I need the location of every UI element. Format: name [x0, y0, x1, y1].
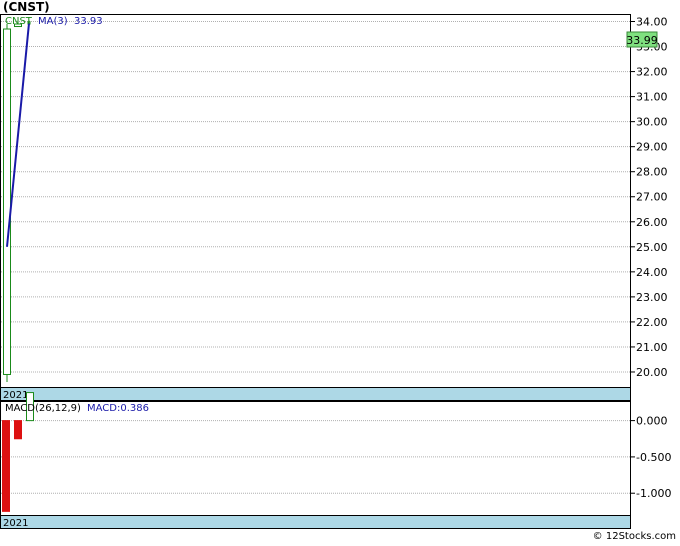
- legend-ma-label: MA(3): [38, 16, 68, 27]
- macd-y-axis: 0.000 -0.500 -1.000: [630, 415, 671, 500]
- price-tick-label: 20.00: [636, 366, 668, 379]
- price-tick-label: 26.00: [636, 216, 668, 229]
- macd-tick-label: -1.000: [636, 487, 671, 500]
- price-tick-label: 32.00: [636, 66, 668, 79]
- price-tick-label: 29.00: [636, 141, 668, 154]
- chart-canvas: 34.0033.0032.0031.0030.0029.0028.0027.00…: [0, 14, 671, 529]
- candle-body: [3, 28, 11, 375]
- price-tick-label: 34.00: [636, 16, 668, 29]
- price-x-axis-label: 2021: [3, 390, 28, 401]
- macd-tick-label: -0.500: [636, 451, 671, 464]
- price-tick-label: 31.00: [636, 91, 668, 104]
- price-y-axis: 34.0033.0032.0031.0030.0029.0028.0027.00…: [630, 16, 668, 379]
- macd-x-axis-band: [0, 515, 631, 529]
- macd-bar-negative: [2, 420, 10, 512]
- macd-panel-frame: [0, 401, 631, 516]
- price-panel-frame: [0, 14, 631, 388]
- site-credit: © 12Stocks.com: [592, 531, 676, 542]
- macd-x-axis-label: 2021: [3, 518, 28, 529]
- legend-symbol: CNST: [5, 16, 33, 27]
- price-x-axis-band: [0, 387, 631, 401]
- price-tick-label: 28.00: [636, 166, 668, 179]
- macd-legend-value: MACD:0.386: [87, 403, 149, 414]
- price-tick-label: 21.00: [636, 341, 668, 354]
- macd-legend-label: MACD(26,12,9): [5, 403, 81, 414]
- price-tick-label: 27.00: [636, 191, 668, 204]
- macd-tick-label: 0.000: [636, 415, 668, 428]
- price-tick-label: 22.00: [636, 316, 668, 329]
- price-tick-label: 24.00: [636, 266, 668, 279]
- legend-ma-value: 33.93: [74, 16, 103, 27]
- last-price-label: 33.99: [626, 34, 658, 47]
- price-tick-label: 23.00: [636, 291, 668, 304]
- macd-bar-negative: [14, 420, 22, 440]
- price-tick-label: 25.00: [636, 241, 668, 254]
- price-tick-label: 30.00: [636, 116, 668, 129]
